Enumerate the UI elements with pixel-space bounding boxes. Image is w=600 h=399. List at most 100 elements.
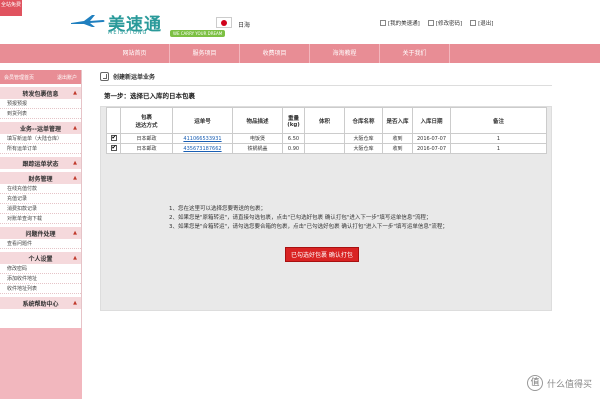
- confirm-pack-button[interactable]: 已勾选好包裹 确认打包: [285, 247, 359, 262]
- nav-home[interactable]: 网站首页: [100, 44, 170, 63]
- sidebar-item-new-waybill[interactable]: 填写新运单（大陆仓库）: [0, 134, 81, 144]
- sidebar-item-address-list[interactable]: 收件地址列表: [0, 284, 81, 294]
- col-weight: 重量 (kg): [282, 107, 305, 134]
- nav-tutorial[interactable]: 海淘教程: [310, 44, 380, 63]
- sidebar-item-forecast[interactable]: 预报预报: [0, 99, 81, 109]
- divider: [100, 85, 552, 86]
- cell-stored: 收到: [382, 143, 413, 154]
- home-icon: [380, 20, 386, 26]
- cell-stored: 收到: [382, 133, 413, 144]
- cell-warehouse: 大阪仓库: [344, 133, 383, 144]
- sidebar-item-arrivals[interactable]: 到货列表: [0, 109, 81, 119]
- table-row: 日本邮政 411066533931 电饭煲 6.50 大阪仓库 收到 2016-…: [106, 133, 547, 144]
- instructions: 1、您在这里可以选择您要寄送的包裹； 2、如果您是"原箱转运"，请直接勾选包裹，…: [169, 205, 448, 232]
- nav-pricing[interactable]: 收费项目: [240, 44, 310, 63]
- document-icon: [100, 72, 109, 81]
- table-row: 日本邮政 435673187662 铁锅锅盖 0.90 大阪仓库 收到 2016…: [106, 143, 547, 154]
- tracking-link[interactable]: 435673187662: [172, 143, 233, 154]
- sidebar-item-statements[interactable]: 对账单查询下载: [0, 214, 81, 224]
- checkbox[interactable]: [110, 134, 117, 141]
- sidebar-item-all-waybills[interactable]: 所有运单订单: [0, 144, 81, 154]
- nav-services[interactable]: 服务项目: [170, 44, 240, 63]
- sidebar-item-recharge[interactable]: 在线充值付款: [0, 184, 81, 194]
- watermark-logo-icon: 值: [526, 375, 543, 391]
- member-home-link[interactable]: 会员管理首页: [4, 74, 34, 81]
- sidebar-top: 会员管理首页 退出账户: [0, 70, 81, 84]
- cell-warehouse: 大阪仓库: [344, 143, 383, 154]
- exit-icon: [470, 20, 477, 26]
- cell-description: 铁锅锅盖: [232, 143, 283, 154]
- parcel-table: 包裹 送达方式 运单号 物品描述 重量 (kg) 体积 仓库名称 是否入库 入库…: [106, 107, 547, 154]
- cell-weight: 0.90: [282, 143, 305, 154]
- my-account-link[interactable]: [我的美速通]: [380, 19, 420, 27]
- sidebar-item-change-password[interactable]: 修改密码: [0, 264, 81, 274]
- site-header: 全站免费 美速通 MEISUTONG WE CARRY YOUR DREAM 日…: [0, 0, 600, 44]
- cell-description: 电饭煲: [232, 133, 283, 144]
- col-description: 物品描述: [232, 107, 283, 134]
- cell-method: 日本邮政: [120, 143, 173, 154]
- col-tracking: 运单号: [172, 107, 233, 134]
- key-icon: [427, 20, 434, 26]
- cell-volume: [304, 143, 345, 154]
- col-note: 备注: [450, 107, 547, 134]
- top-links: [我的美速通] [修改密码] [退出]: [380, 19, 493, 27]
- section-finance[interactable]: 财务管理 ▲: [0, 172, 81, 184]
- collapse-icon: ▲: [73, 160, 77, 166]
- collapse-icon: ▲: [73, 175, 77, 181]
- logout-account-link[interactable]: 退出账户: [57, 74, 77, 81]
- corner-tag: 全站免费: [0, 0, 22, 16]
- collapse-icon: ▲: [73, 300, 77, 306]
- cell-date: 2016-07-07: [412, 143, 451, 154]
- section-help[interactable]: 系统帮助中心 ▲: [0, 297, 81, 309]
- sidebar-background: [0, 328, 82, 399]
- logo-subtext: MEISUTONG: [108, 30, 148, 36]
- col-volume: 体积: [304, 107, 345, 134]
- cell-date: 2016-07-07: [412, 133, 451, 144]
- col-stored: 是否入库: [382, 107, 413, 134]
- col-date: 入库日期: [412, 107, 451, 134]
- sidebar-item-recharge-history[interactable]: 充值记录: [0, 194, 81, 204]
- row-checkbox[interactable]: [106, 133, 121, 144]
- logout-link[interactable]: [退出]: [470, 19, 493, 27]
- sidebar-item-add-address[interactable]: 添加收件地址: [0, 274, 81, 284]
- section-tracking[interactable]: 跟踪运单状态 ▲: [0, 157, 81, 169]
- slogan-badge: WE CARRY YOUR DREAM: [170, 30, 226, 37]
- sidebar-item-deductions[interactable]: 消费扣款记录: [0, 204, 81, 214]
- cell-note: 1: [450, 143, 547, 154]
- nav-about[interactable]: 关于我们: [380, 44, 450, 63]
- change-password-link[interactable]: [修改密码]: [427, 19, 462, 27]
- watermark: 值 什么值得买: [526, 375, 592, 391]
- collapse-icon: ▲: [73, 90, 77, 96]
- collapse-icon: ▲: [73, 125, 77, 131]
- watermark-text: 什么值得买: [546, 379, 592, 390]
- section-parcel-info[interactable]: 转发包裹信息 ▲: [0, 87, 81, 99]
- plane-icon: [71, 15, 105, 27]
- section-waybill[interactable]: 业务--运单管理 ▲: [0, 122, 81, 134]
- instruction-line: 1、您在这里可以选择您要寄送的包裹；: [169, 206, 267, 212]
- cell-note: 1: [450, 133, 547, 144]
- instruction-line: 2、如果您是"原箱转运"，请直接勾选包裹，点击"已勾选好包裹 确认打包"进入下一…: [169, 215, 432, 221]
- sidebar-item-problem-items[interactable]: 查看问题件: [0, 239, 81, 249]
- collapse-icon: ▲: [73, 255, 77, 261]
- checkbox[interactable]: [110, 144, 117, 151]
- collapse-icon: ▲: [73, 230, 77, 236]
- japan-flag-icon: [216, 17, 232, 28]
- sidebar: 会员管理首页 退出账户 转发包裹信息 ▲ 预报预报 到货列表 业务--运单管理 ▲ …: [0, 70, 82, 399]
- cell-method: 日本邮政: [120, 133, 173, 144]
- country-label: 日海: [238, 22, 251, 29]
- main-content: 创建新运单业务 第一步：选择已入库的日本包裹 包裹 送达方式 运单号 物品描述 …: [100, 70, 552, 399]
- col-method: 包裹 送达方式: [120, 107, 173, 134]
- parcel-panel: 包裹 送达方式 运单号 物品描述 重量 (kg) 体积 仓库名称 是否入库 入库…: [100, 106, 552, 311]
- main-nav: 网站首页 服务项目 收费项目 海淘教程 关于我们: [0, 44, 600, 63]
- row-checkbox[interactable]: [106, 143, 121, 154]
- col-warehouse: 仓库名称: [344, 107, 383, 134]
- instruction-line: 3、如果您是"合箱转运"，请勾选您要合箱的包裹，点击"已勾选好包裹 确认打包"进…: [169, 224, 448, 230]
- breadcrumb: 创建新运单业务: [100, 72, 155, 81]
- section-problems[interactable]: 问题件处理 ▲: [0, 227, 81, 239]
- tracking-link[interactable]: 411066533931: [172, 133, 233, 144]
- cell-weight: 6.50: [282, 133, 305, 144]
- table-header-row: 包裹 送达方式 运单号 物品描述 重量 (kg) 体积 仓库名称 是否入库 入库…: [106, 107, 547, 134]
- section-settings[interactable]: 个人设置 ▲: [0, 252, 81, 264]
- cell-volume: [304, 133, 345, 144]
- page-title: 创建新运单业务: [113, 74, 156, 81]
